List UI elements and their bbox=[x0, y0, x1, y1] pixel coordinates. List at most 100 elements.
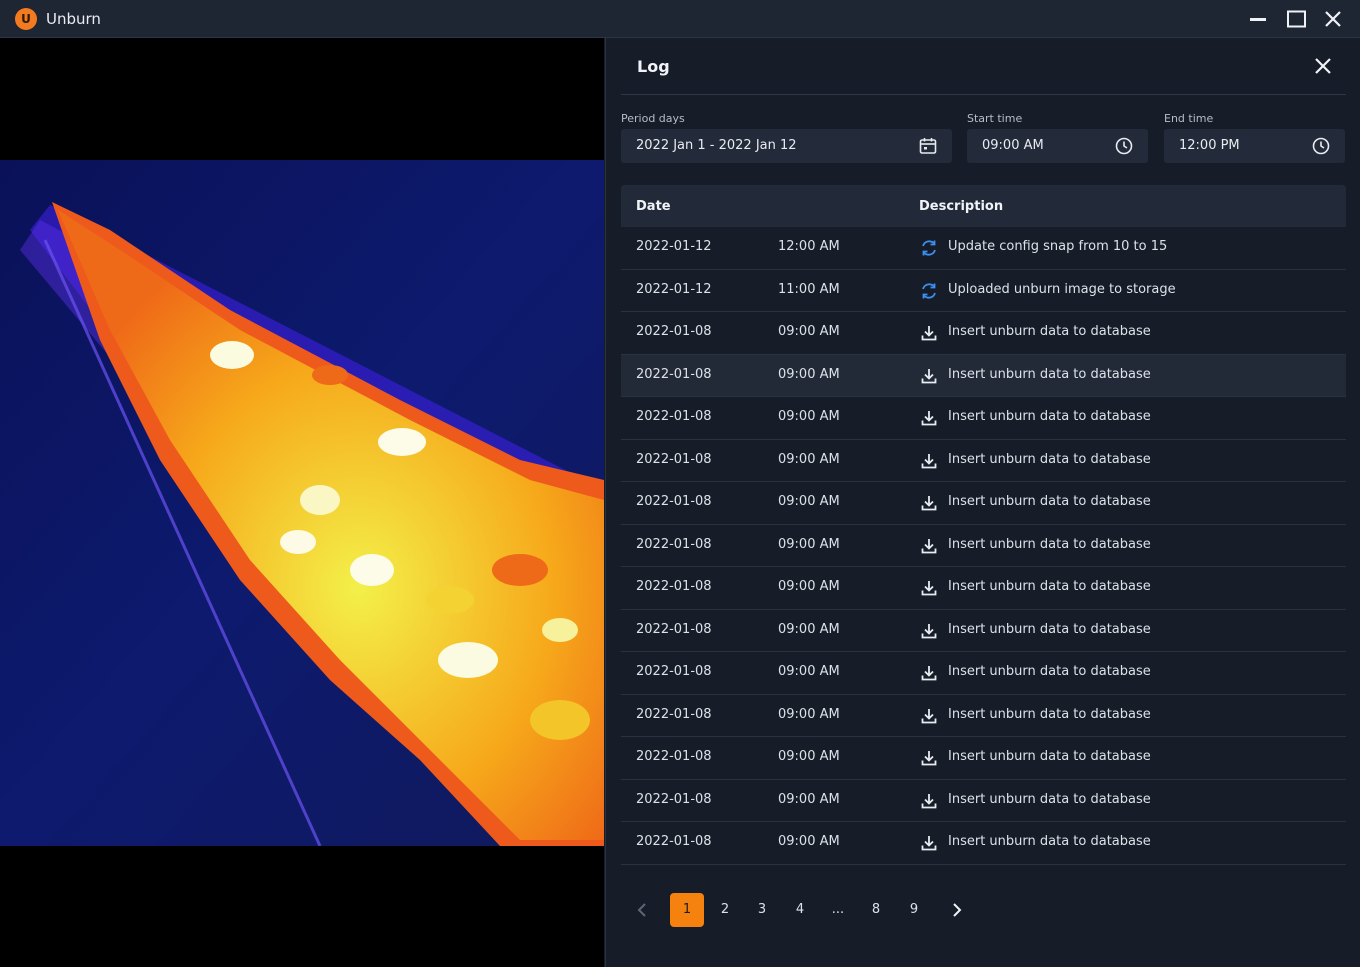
table-row[interactable]: 2022-01-08 09:00 AM Insert unburn data to … bbox=[621, 525, 1346, 567]
log-header: Log bbox=[621, 38, 1346, 95]
log-panel: Log Period days 2022 Jan 1 - 2022 Jan 12… bbox=[605, 38, 1360, 967]
column-header-description: Description bbox=[919, 199, 1004, 214]
download-icon bbox=[919, 578, 939, 598]
start-time-field[interactable]: 09:00 AM bbox=[967, 129, 1148, 163]
download-icon bbox=[919, 323, 939, 343]
table-row[interactable]: 2022-01-12 12:00 AM Update config snap fro… bbox=[621, 227, 1346, 270]
column-header-date: Date bbox=[636, 199, 671, 214]
row-description: Insert unburn data to database bbox=[948, 579, 1151, 594]
title-bar: U Unburn bbox=[0, 0, 1360, 38]
download-icon bbox=[919, 408, 939, 428]
row-time: 09:00 AM bbox=[778, 451, 840, 467]
row-time: 11:00 AM bbox=[778, 281, 840, 297]
maximize-icon bbox=[1287, 10, 1306, 28]
chevron-left-icon bbox=[637, 903, 646, 917]
clock-icon bbox=[1115, 137, 1133, 155]
minimize-button[interactable] bbox=[1244, 6, 1272, 32]
row-date: 2022-01-08 bbox=[636, 664, 712, 679]
table-row[interactable]: 2022-01-08 09:00 AM Insert unburn data to … bbox=[621, 737, 1346, 780]
table-row[interactable]: 2022-01-08 09:00 AM Insert unburn data to … bbox=[621, 312, 1346, 355]
row-description: Update config snap from 10 to 15 bbox=[948, 239, 1168, 254]
row-date: 2022-01-08 bbox=[636, 579, 712, 594]
row-date: 2022-01-08 bbox=[636, 324, 712, 339]
period-days-label: Period days bbox=[621, 112, 685, 125]
table-row[interactable]: 2022-01-08 09:00 AM Insert unburn data to … bbox=[621, 354, 1346, 397]
download-icon bbox=[919, 706, 939, 726]
table-row[interactable]: 2022-01-08 09:00 AM Insert unburn data to … bbox=[621, 440, 1346, 482]
table-header: Date Description bbox=[621, 185, 1346, 227]
row-time: 12:00 AM bbox=[778, 239, 840, 254]
maximize-button[interactable] bbox=[1282, 6, 1310, 32]
clock-icon bbox=[1312, 137, 1330, 155]
table-row[interactable]: 2022-01-08 09:00 AM Insert unburn data to … bbox=[621, 567, 1346, 610]
table-row[interactable]: 2022-01-08 09:00 AM Insert unburn data to … bbox=[621, 652, 1346, 695]
download-icon bbox=[919, 791, 939, 811]
next-page-button[interactable] bbox=[940, 893, 974, 927]
row-description: Insert unburn data to database bbox=[948, 621, 1151, 637]
page-button[interactable]: 9 bbox=[897, 893, 931, 927]
row-description: Insert unburn data to database bbox=[948, 749, 1151, 764]
row-date: 2022-01-08 bbox=[636, 451, 712, 467]
pagination-ellipsis: ... bbox=[831, 902, 845, 917]
row-description: Insert unburn data to database bbox=[948, 451, 1151, 467]
row-description: Insert unburn data to database bbox=[948, 494, 1151, 509]
download-icon bbox=[919, 621, 939, 641]
log-table: Date Description 2022-01-12 12:00 AM Updat… bbox=[621, 185, 1346, 865]
row-date: 2022-01-08 bbox=[636, 749, 712, 764]
download-icon bbox=[919, 833, 939, 853]
row-description: Insert unburn data to database bbox=[948, 791, 1151, 807]
page-button[interactable]: 3 bbox=[745, 893, 779, 927]
row-description: Uploaded unburn image to storage bbox=[948, 281, 1176, 297]
thermal-image bbox=[0, 160, 604, 846]
table-row[interactable]: 2022-01-12 11:00 AM Uploaded unburn image … bbox=[621, 270, 1346, 312]
calendar-icon bbox=[919, 138, 937, 154]
row-time: 09:00 AM bbox=[778, 621, 840, 637]
table-row[interactable]: 2022-01-08 09:00 AM Insert unburn data to … bbox=[621, 780, 1346, 822]
row-description: Insert unburn data to database bbox=[948, 664, 1151, 679]
row-date: 2022-01-08 bbox=[636, 621, 712, 637]
row-time: 09:00 AM bbox=[778, 409, 840, 424]
refresh-icon bbox=[919, 238, 939, 258]
row-time: 09:00 AM bbox=[778, 791, 840, 807]
row-date: 2022-01-08 bbox=[636, 409, 712, 424]
row-description: Insert unburn data to database bbox=[948, 324, 1151, 339]
table-row[interactable]: 2022-01-08 09:00 AM Insert unburn data to … bbox=[621, 397, 1346, 440]
page-button[interactable]: 8 bbox=[859, 893, 893, 927]
table-row[interactable]: 2022-01-08 09:00 AM Insert unburn data to … bbox=[621, 610, 1346, 652]
row-description: Insert unburn data to database bbox=[948, 366, 1151, 382]
table-row[interactable]: 2022-01-08 09:00 AM Insert unburn data to … bbox=[621, 695, 1346, 737]
end-time-field[interactable]: 12:00 PM bbox=[1164, 129, 1345, 163]
row-time: 09:00 AM bbox=[778, 664, 840, 679]
refresh-icon bbox=[919, 281, 939, 301]
start-time-label: Start time bbox=[967, 112, 1023, 125]
prev-page-button[interactable] bbox=[626, 893, 660, 927]
download-icon bbox=[919, 663, 939, 683]
row-time: 09:00 AM bbox=[778, 324, 840, 339]
window-close-button[interactable] bbox=[1319, 6, 1347, 32]
start-time-value: 09:00 AM bbox=[982, 138, 1044, 153]
row-description: Insert unburn data to database bbox=[948, 409, 1151, 424]
window-title: Unburn bbox=[46, 10, 101, 28]
download-icon bbox=[919, 536, 939, 556]
row-time: 09:00 AM bbox=[778, 579, 840, 594]
row-date: 2022-01-08 bbox=[636, 494, 712, 509]
table-body: 2022-01-12 12:00 AM Update config snap fro… bbox=[621, 227, 1346, 865]
chevron-right-icon bbox=[953, 903, 962, 917]
close-icon bbox=[1325, 11, 1341, 27]
row-time: 09:00 AM bbox=[778, 706, 840, 722]
close-icon bbox=[1315, 58, 1331, 74]
row-date: 2022-01-08 bbox=[636, 834, 712, 849]
row-date: 2022-01-08 bbox=[636, 366, 712, 382]
log-close-button[interactable] bbox=[1311, 54, 1335, 78]
table-row[interactable]: 2022-01-08 09:00 AM Insert unburn data to … bbox=[621, 482, 1346, 525]
page-button[interactable]: 2 bbox=[708, 893, 742, 927]
end-time-value: 12:00 PM bbox=[1179, 138, 1240, 153]
table-row[interactable]: 2022-01-08 09:00 AM Insert unburn data to … bbox=[621, 822, 1346, 865]
period-days-value: 2022 Jan 1 - 2022 Jan 12 bbox=[636, 138, 797, 153]
page-button[interactable]: 1 bbox=[670, 893, 704, 927]
download-icon bbox=[919, 451, 939, 471]
thermal-image-pane bbox=[0, 38, 604, 967]
page-button[interactable]: 4 bbox=[783, 893, 817, 927]
row-date: 2022-01-08 bbox=[636, 536, 712, 552]
period-days-field[interactable]: 2022 Jan 1 - 2022 Jan 12 bbox=[621, 129, 952, 163]
